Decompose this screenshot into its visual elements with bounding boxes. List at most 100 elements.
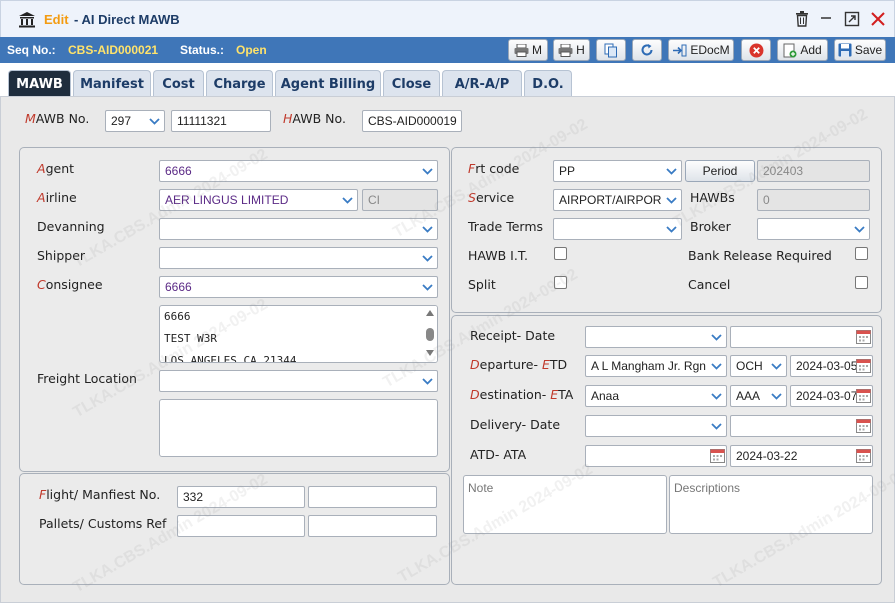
bank-release-label: Bank Release Required bbox=[688, 248, 832, 263]
mawb-number-input[interactable]: 11111321 bbox=[171, 110, 271, 132]
shipper-select[interactable] bbox=[159, 247, 438, 269]
edocm-button[interactable]: EDocM bbox=[668, 39, 734, 61]
calendar-icon[interactable] bbox=[856, 329, 871, 344]
chevron-down-icon bbox=[706, 386, 726, 406]
period-button[interactable]: Period bbox=[685, 160, 755, 182]
address-line: 6666 bbox=[164, 310, 191, 323]
destination-code-select[interactable]: AAA bbox=[730, 385, 787, 407]
broker-select[interactable] bbox=[757, 218, 870, 240]
chevron-down-icon bbox=[661, 219, 681, 239]
departure-code-select[interactable]: OCH bbox=[730, 355, 787, 377]
add-button[interactable]: Add bbox=[777, 39, 828, 61]
ata-date-input[interactable]: 2024-03-22 bbox=[730, 445, 873, 467]
cancel-label: Cancel bbox=[688, 277, 731, 292]
copy-button[interactable] bbox=[596, 39, 626, 61]
note-textarea[interactable]: Note bbox=[463, 475, 667, 534]
airline-label: Airline bbox=[37, 190, 77, 205]
calendar-icon[interactable] bbox=[710, 448, 725, 463]
calendar-icon[interactable] bbox=[856, 358, 871, 373]
split-checkbox[interactable] bbox=[554, 276, 567, 289]
receipt-date-label: Receipt- Date bbox=[470, 328, 556, 343]
restore-icon[interactable] bbox=[842, 9, 862, 29]
destination-date-input[interactable]: 2024-03-07 bbox=[790, 385, 873, 407]
edocm-label: EDocM bbox=[690, 43, 730, 57]
trash-icon[interactable] bbox=[792, 9, 812, 29]
destination-place-select[interactable]: Anaa bbox=[585, 385, 727, 407]
seq-no-label: Seq No.: bbox=[7, 43, 56, 57]
chevron-down-icon bbox=[706, 356, 726, 376]
print-h-button[interactable]: H bbox=[553, 39, 590, 61]
print-m-button[interactable]: M bbox=[508, 39, 548, 61]
trade-terms-select[interactable] bbox=[553, 218, 682, 240]
chevron-down-icon bbox=[417, 248, 437, 268]
airline-code-field: CI bbox=[362, 189, 438, 211]
mawb-prefix-select[interactable]: 297 bbox=[105, 110, 165, 132]
receipt-place-select[interactable] bbox=[585, 326, 727, 348]
flight-no-input[interactable]: 332 bbox=[177, 486, 305, 508]
chevron-down-icon bbox=[661, 161, 681, 181]
hawb-it-label: HAWB I.T. bbox=[468, 248, 528, 263]
destination-eta-label: Destination- ETA bbox=[470, 387, 574, 402]
tab-agent-billing[interactable]: Agent Billing bbox=[275, 70, 381, 97]
tab-do[interactable]: D.O. bbox=[524, 70, 572, 97]
chevron-down-icon bbox=[417, 371, 437, 391]
copy-icon bbox=[604, 43, 617, 57]
hawb-number-input[interactable]: CBS-AID000019 bbox=[362, 110, 462, 132]
refresh-button[interactable] bbox=[632, 39, 662, 61]
tab-manifest[interactable]: Manifest bbox=[73, 70, 151, 97]
consignee-select[interactable]: 6666 bbox=[159, 276, 438, 298]
calendar-icon[interactable] bbox=[856, 448, 871, 463]
save-icon bbox=[838, 43, 852, 57]
chevron-down-icon bbox=[766, 356, 786, 376]
manifest-no-input[interactable] bbox=[308, 486, 437, 508]
cancel-checkbox[interactable] bbox=[855, 276, 868, 289]
record-toolbar: Seq No.: CBS-AID000021 Status.: Open M H… bbox=[0, 37, 895, 63]
consignee-address-lines: 6666 TEST W3R LOS ANGELES CA 21344 bbox=[164, 306, 414, 362]
service-select[interactable]: AIRPORT/AIRPOR bbox=[553, 189, 682, 211]
edit-mode-label: Edit bbox=[44, 12, 69, 27]
window-title: - AI Direct MAWB bbox=[74, 12, 180, 27]
service-label: Service bbox=[468, 190, 515, 205]
chevron-down-icon bbox=[417, 219, 437, 239]
refresh-icon bbox=[641, 44, 653, 56]
mawb-no-label: MAWB No. bbox=[25, 111, 90, 126]
printer-icon bbox=[558, 43, 573, 57]
agent-select[interactable]: 6666 bbox=[159, 160, 438, 182]
status-value: Open bbox=[236, 43, 267, 57]
bank-release-checkbox[interactable] bbox=[855, 247, 868, 260]
devanning-select[interactable] bbox=[159, 218, 438, 240]
chevron-down-icon bbox=[706, 416, 726, 436]
close-icon[interactable] bbox=[868, 9, 888, 29]
freight-location-address-textarea[interactable] bbox=[159, 399, 438, 457]
delivery-place-select[interactable] bbox=[585, 415, 727, 437]
pallets-input[interactable] bbox=[177, 515, 305, 537]
save-button[interactable]: Save bbox=[834, 39, 886, 61]
consignee-address-textarea[interactable]: 6666 TEST W3R LOS ANGELES CA 21344 bbox=[159, 305, 438, 363]
tab-close[interactable]: Close bbox=[383, 70, 440, 97]
delivery-date-label: Delivery- Date bbox=[470, 417, 561, 432]
tab-ar-ap[interactable]: A/R-A/P bbox=[442, 70, 522, 97]
calendar-icon[interactable] bbox=[856, 418, 871, 433]
airline-select[interactable]: AER LINGUS LIMITED bbox=[159, 189, 358, 211]
departure-date-input[interactable]: 2024-03-05 bbox=[790, 355, 873, 377]
atd-date-input[interactable] bbox=[585, 445, 727, 467]
descriptions-textarea[interactable]: Descriptions bbox=[669, 475, 873, 534]
chevron-down-icon bbox=[417, 161, 437, 181]
cancel-record-button[interactable] bbox=[741, 39, 771, 61]
minimize-icon[interactable] bbox=[816, 9, 836, 29]
chevron-down-icon bbox=[766, 386, 786, 406]
receipt-date-input[interactable] bbox=[730, 326, 873, 348]
freight-location-select[interactable] bbox=[159, 370, 438, 392]
customs-ref-input[interactable] bbox=[308, 515, 437, 537]
frt-code-select[interactable]: PP bbox=[553, 160, 682, 182]
delivery-date-input[interactable] bbox=[730, 415, 873, 437]
hawb-it-checkbox[interactable] bbox=[554, 247, 567, 260]
agent-label: Agent bbox=[37, 161, 75, 176]
tab-cost[interactable]: Cost bbox=[153, 70, 204, 97]
tab-mawb[interactable]: MAWB bbox=[8, 70, 71, 97]
hawbs-field: 0 bbox=[757, 189, 870, 211]
calendar-icon[interactable] bbox=[856, 388, 871, 403]
address-scrollbar[interactable] bbox=[423, 306, 437, 362]
departure-place-select[interactable]: A L Mangham Jr. Rgn bbox=[585, 355, 727, 377]
tab-charge[interactable]: Charge bbox=[206, 70, 273, 97]
